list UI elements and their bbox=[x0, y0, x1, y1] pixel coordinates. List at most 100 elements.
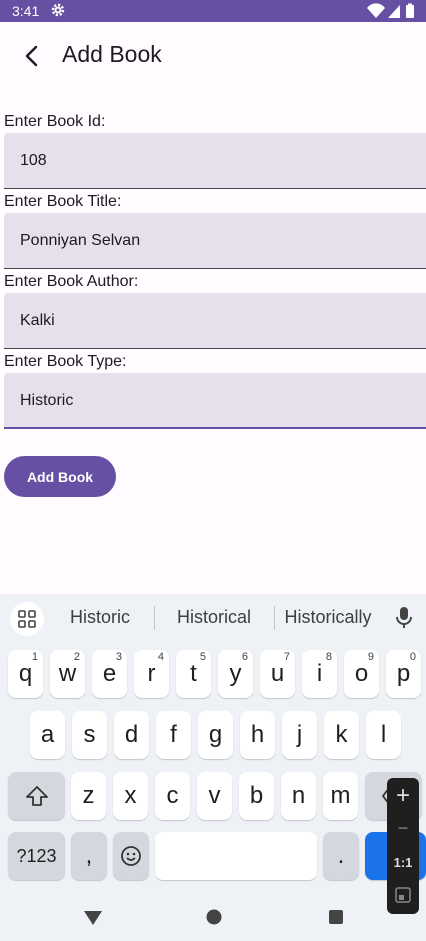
key-k[interactable]: k bbox=[324, 711, 359, 759]
key-k-label: k bbox=[335, 721, 348, 748]
key-x[interactable]: x bbox=[113, 772, 148, 820]
key-y-hint: 6 bbox=[241, 651, 248, 663]
key-h[interactable]: h bbox=[240, 711, 275, 759]
book-author-field[interactable]: Kalki bbox=[4, 293, 426, 349]
recents-nav-icon[interactable] bbox=[327, 908, 345, 926]
key-t-label: t bbox=[190, 660, 197, 687]
key-i-hint: 8 bbox=[325, 651, 332, 663]
key-i[interactable]: i8 bbox=[302, 650, 337, 698]
key-t[interactable]: t5 bbox=[176, 650, 211, 698]
shift-key[interactable] bbox=[8, 772, 65, 820]
back-button[interactable] bbox=[16, 36, 48, 76]
key-q-hint: 1 bbox=[31, 651, 38, 663]
emoji-key[interactable] bbox=[113, 832, 149, 880]
key-j[interactable]: j bbox=[282, 711, 317, 759]
voice-input-button[interactable] bbox=[387, 600, 421, 634]
zoom-reset-button[interactable]: 1:1 bbox=[387, 855, 419, 870]
key-u-hint: 7 bbox=[283, 651, 290, 663]
key-v[interactable]: v bbox=[197, 772, 232, 820]
status-time: 3:41 bbox=[12, 3, 40, 19]
key-y-label: y bbox=[229, 660, 242, 687]
key-i-label: i bbox=[316, 660, 323, 687]
book-id-field[interactable]: 108 bbox=[4, 133, 426, 189]
key-z[interactable]: z bbox=[71, 772, 106, 820]
key-w[interactable]: w2 bbox=[50, 650, 85, 698]
key-s[interactable]: s bbox=[72, 711, 107, 759]
screenshot-icon[interactable] bbox=[394, 886, 412, 904]
key-u[interactable]: u7 bbox=[260, 650, 295, 698]
settings-icon bbox=[51, 3, 65, 17]
key-d[interactable]: d bbox=[114, 711, 149, 759]
key-f[interactable]: f bbox=[156, 711, 191, 759]
key-f-label: f bbox=[170, 721, 177, 748]
keyboard-menu-button[interactable] bbox=[10, 602, 44, 636]
key-e[interactable]: e3 bbox=[92, 650, 127, 698]
mic-icon bbox=[396, 607, 412, 628]
key-e-hint: 3 bbox=[115, 651, 122, 663]
book-title-value: Ponniyan Selvan bbox=[20, 232, 141, 249]
emoji-icon bbox=[121, 846, 141, 866]
key-b-label: b bbox=[249, 782, 264, 809]
key-r-hint: 4 bbox=[157, 651, 164, 663]
period-key[interactable]: . bbox=[323, 832, 359, 880]
zoom-controls: + − 1:1 bbox=[387, 778, 419, 914]
system-icons bbox=[367, 3, 414, 18]
suggestion-3[interactable]: Historically bbox=[269, 607, 387, 628]
suggestion-1[interactable]: Historic bbox=[41, 607, 159, 628]
book-type-field[interactable]: Historic bbox=[4, 373, 426, 429]
app-bar: Add Book bbox=[0, 22, 426, 90]
key-o-hint: 9 bbox=[367, 651, 374, 663]
key-y[interactable]: y6 bbox=[218, 650, 253, 698]
key-h-label: h bbox=[250, 721, 265, 748]
key-m[interactable]: m bbox=[323, 772, 358, 820]
key-n-label: n bbox=[291, 782, 306, 809]
key-z-label: z bbox=[82, 782, 95, 809]
key-l-label: l bbox=[380, 721, 387, 748]
book-title-field[interactable]: Ponniyan Selvan bbox=[4, 213, 426, 269]
key-c[interactable]: c bbox=[155, 772, 190, 820]
key-g[interactable]: g bbox=[198, 711, 233, 759]
key-r[interactable]: r4 bbox=[134, 650, 169, 698]
key-j-label: j bbox=[296, 721, 303, 748]
key-a-label: a bbox=[40, 721, 55, 748]
key-w-label: w bbox=[58, 660, 77, 687]
space-key[interactable] bbox=[155, 832, 317, 880]
key-o[interactable]: o9 bbox=[344, 650, 379, 698]
key-c-label: c bbox=[166, 782, 179, 809]
book-type-value: Historic bbox=[20, 392, 74, 409]
key-q[interactable]: q1 bbox=[8, 650, 43, 698]
book-type-label: Enter Book Type: bbox=[4, 353, 127, 370]
key-s-label: s bbox=[83, 721, 96, 748]
apps-grid-icon bbox=[18, 610, 36, 628]
key-d-label: d bbox=[124, 721, 139, 748]
book-id-value: 108 bbox=[20, 152, 47, 169]
book-id-label: Enter Book Id: bbox=[4, 113, 106, 130]
key-p[interactable]: p0 bbox=[386, 650, 421, 698]
suggestion-2[interactable]: Historical bbox=[155, 607, 273, 628]
book-author-value: Kalki bbox=[20, 312, 55, 329]
key-l[interactable]: l bbox=[366, 711, 401, 759]
key-t-hint: 5 bbox=[199, 651, 206, 663]
key-b[interactable]: b bbox=[239, 772, 274, 820]
back-nav-icon[interactable] bbox=[82, 908, 104, 926]
add-book-button[interactable]: Add Book bbox=[4, 456, 116, 497]
shift-arrow-icon bbox=[25, 786, 48, 806]
home-nav-icon[interactable] bbox=[204, 907, 224, 927]
signal-icon bbox=[388, 5, 400, 18]
key-e-label: e bbox=[102, 660, 117, 687]
comma-key[interactable]: , bbox=[71, 832, 107, 880]
navigation-bar bbox=[0, 894, 426, 941]
key-v-label: v bbox=[208, 782, 221, 809]
zoom-out-button[interactable]: − bbox=[387, 818, 419, 839]
symbols-key[interactable]: ?123 bbox=[8, 832, 65, 880]
key-n[interactable]: n bbox=[281, 772, 316, 820]
key-u-label: u bbox=[270, 660, 285, 687]
key-q-label: q bbox=[18, 660, 33, 687]
zoom-in-button[interactable]: + bbox=[387, 782, 419, 810]
key-w-hint: 2 bbox=[73, 651, 80, 663]
key-a[interactable]: a bbox=[30, 711, 65, 759]
key-m-label: m bbox=[330, 782, 351, 809]
key-o-label: o bbox=[354, 660, 369, 687]
key-r-label: r bbox=[147, 660, 156, 687]
book-title-label: Enter Book Title: bbox=[4, 193, 122, 210]
